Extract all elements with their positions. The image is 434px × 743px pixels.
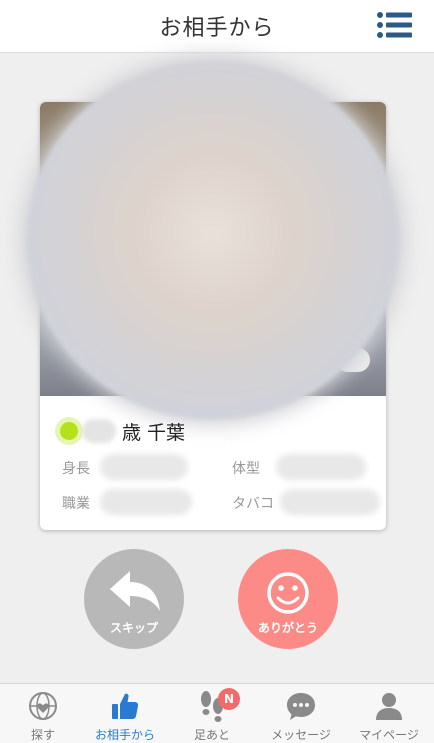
profile-name-row: 歳 千葉 bbox=[52, 416, 185, 446]
bottom-tab-bar: 探す お相手から N 足あと メッセージ マイページ bbox=[0, 683, 434, 743]
age-and-location: 歳 千葉 bbox=[122, 421, 186, 444]
tab-messages[interactable]: メッセージ bbox=[258, 684, 344, 743]
tab-search[interactable]: 探す bbox=[0, 684, 86, 743]
thanks-label: ありがとう bbox=[257, 621, 318, 635]
profile-photo-blur-overlay bbox=[26, 60, 400, 420]
tab-search-label: 探す bbox=[30, 728, 55, 742]
tab-messages-label: メッセージ bbox=[271, 728, 331, 742]
age-value-hidden bbox=[82, 419, 116, 443]
hamburger-list-icon bbox=[377, 12, 412, 38]
tab-from-partner[interactable]: お相手から bbox=[82, 684, 168, 743]
tobacco-value bbox=[280, 489, 380, 515]
app-header: お相手から bbox=[0, 0, 434, 53]
body-type-label: 体型 bbox=[232, 461, 260, 477]
thanks-button[interactable]: ありがとう bbox=[238, 549, 338, 649]
height-value bbox=[100, 454, 188, 480]
page-title: お相手から bbox=[159, 16, 275, 41]
tab-mypage[interactable]: マイページ bbox=[346, 684, 432, 743]
person-icon bbox=[376, 693, 402, 720]
skip-button[interactable]: スキップ bbox=[84, 549, 184, 649]
new-footprints-badge: N bbox=[218, 688, 240, 710]
occupation-label: 職業 bbox=[62, 496, 90, 512]
tab-footprints-label: 足あと bbox=[193, 728, 230, 742]
tab-mypage-label: マイページ bbox=[359, 728, 419, 742]
tab-footprints[interactable]: N 足あと bbox=[169, 684, 255, 743]
skip-label: スキップ bbox=[109, 621, 158, 635]
online-status-icon bbox=[60, 422, 78, 440]
height-label: 身長 bbox=[62, 461, 90, 477]
globe-heart-icon bbox=[29, 692, 57, 720]
occupation-value bbox=[100, 489, 192, 515]
thumbs-up-icon bbox=[112, 693, 139, 719]
body-type-value bbox=[276, 454, 366, 480]
tobacco-label: タバコ bbox=[232, 496, 274, 512]
menu-button[interactable] bbox=[376, 10, 414, 40]
tab-from-partner-label: お相手から bbox=[94, 728, 155, 742]
chat-bubble-icon bbox=[287, 693, 315, 720]
